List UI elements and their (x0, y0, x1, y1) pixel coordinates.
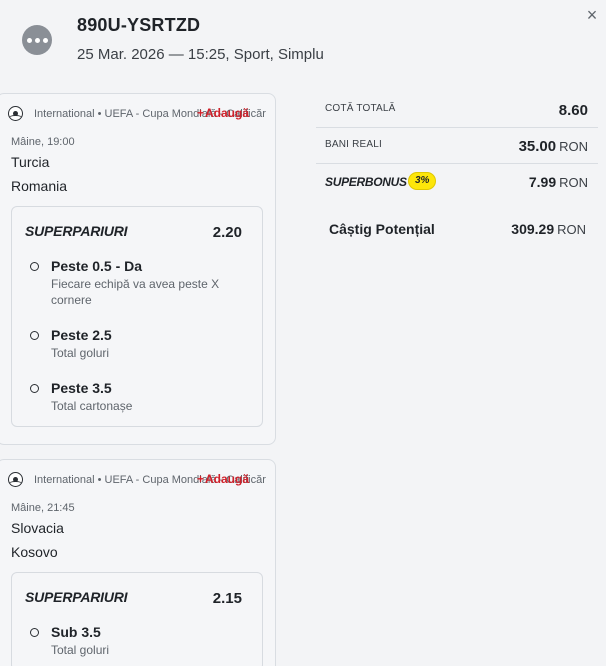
ticket-subtitle: 25 Mar. 2026 — 15:25, Sport, Simplu (77, 46, 324, 63)
real-money-label: BANI REALI (325, 139, 383, 150)
ticket-header: 890U-YSRTZD 25 Mar. 2026 — 15:25, Sport,… (0, 0, 606, 90)
total-odds-label: COTĂ TOTALĂ (325, 103, 396, 114)
bet-summary: COTĂ TOTALĂ 8.60 BANI REALI 35.00 RON SUP… (316, 92, 598, 252)
add-button[interactable]: +Adaugă (197, 472, 249, 486)
add-label: Adaugă (205, 106, 250, 120)
real-money-row: BANI REALI 35.00 RON (316, 128, 598, 164)
selection-item: Peste 0.5 - Da Fiecare echipă va avea pe… (12, 257, 262, 308)
away-team: Kosovo (11, 544, 58, 560)
potential-win-row: Câștig Potențial 309.29 RON (316, 204, 598, 252)
total-odds-value: 8.60 (558, 102, 588, 119)
potential-win-label: Câștig Potențial (329, 221, 435, 237)
currency: RON (559, 175, 588, 190)
selection-description: Total goluri (51, 643, 110, 657)
superpariuri-odd: 2.15 (212, 590, 242, 607)
superpariuri-title: SUPERPARIURI (25, 223, 128, 239)
close-icon[interactable]: × (583, 6, 601, 24)
superpariuri-box: SUPERPARIURI 2.15 Sub 3.5 Total goluri (11, 572, 263, 666)
event-time: Mâine, 21:45 (11, 502, 75, 514)
superbonus-value: 7.99 RON (529, 174, 588, 190)
event-card: International • UEFA - Cupa Mondială - C… (0, 93, 276, 445)
currency: RON (557, 222, 586, 237)
potential-win-value: 309.29 RON (511, 221, 586, 237)
superpariuri-title: SUPERPARIURI (25, 589, 128, 605)
selection-dot-icon (30, 628, 39, 637)
add-label: Adaugă (205, 472, 250, 486)
selection-description: Total goluri (51, 346, 110, 360)
selection-item: Peste 2.5 Total goluri (12, 326, 262, 361)
home-team: Slovacia (11, 520, 64, 536)
superpariuri-header: SUPERPARIURI 2.15 (12, 573, 262, 623)
event-header: International • UEFA - Cupa Mondială - C… (0, 460, 275, 500)
superpariuri-odd: 2.20 (212, 224, 242, 241)
selection-dot-icon (30, 262, 39, 271)
event-card: International • UEFA - Cupa Mondială - C… (0, 459, 276, 666)
currency: RON (559, 139, 588, 154)
selection-dot-icon (30, 384, 39, 393)
more-horizontal-icon-dot (42, 37, 48, 43)
superbonus-badge: 3% (408, 172, 437, 190)
superbonus-label: SUPERBONUS (325, 175, 407, 189)
total-odds-row: COTĂ TOTALĂ 8.60 (316, 92, 598, 128)
real-money-value: 35.00 RON (519, 138, 588, 155)
football-icon (8, 472, 23, 487)
more-horizontal-icon-dot (34, 37, 40, 43)
event-time: Mâine, 19:00 (11, 136, 75, 148)
potential-win-amount: 309.29 (511, 221, 555, 237)
selection-item: Sub 3.5 Total goluri (12, 623, 262, 658)
selection-item: Peste 3.5 Total cartonașe (12, 379, 262, 414)
home-team: Turcia (11, 154, 50, 170)
add-button[interactable]: +Adaugă (197, 106, 249, 120)
selection-description: Fiecare echipă va avea peste X cornere (51, 277, 220, 307)
superpariuri-header: SUPERPARIURI 2.20 (12, 207, 262, 257)
selection-name: Peste 3.5 (51, 380, 112, 396)
plus-icon: + (197, 106, 205, 120)
real-money-amount: 35.00 (518, 138, 557, 155)
event-header: International • UEFA - Cupa Mondială - C… (0, 94, 275, 134)
selection-dot-icon (30, 331, 39, 340)
ticket-id: 890U-YSRTZD (77, 15, 201, 35)
selection-name: Peste 0.5 - Da (51, 258, 143, 274)
superbonus-amount: 7.99 (528, 174, 557, 190)
away-team: Romania (11, 178, 68, 194)
plus-icon: + (197, 472, 205, 486)
selection-description: Total cartonașe (51, 399, 133, 413)
superpariuri-box: SUPERPARIURI 2.20 Peste 0.5 - Da Fiecare… (11, 206, 263, 427)
more-options-button[interactable] (22, 25, 52, 55)
selection-name: Sub 3.5 (51, 624, 101, 640)
superbonus-row: SUPERBONUS 3% 7.99 RON (316, 164, 598, 200)
more-horizontal-icon (26, 37, 32, 43)
selection-name: Peste 2.5 (51, 327, 112, 343)
football-icon (8, 106, 23, 121)
